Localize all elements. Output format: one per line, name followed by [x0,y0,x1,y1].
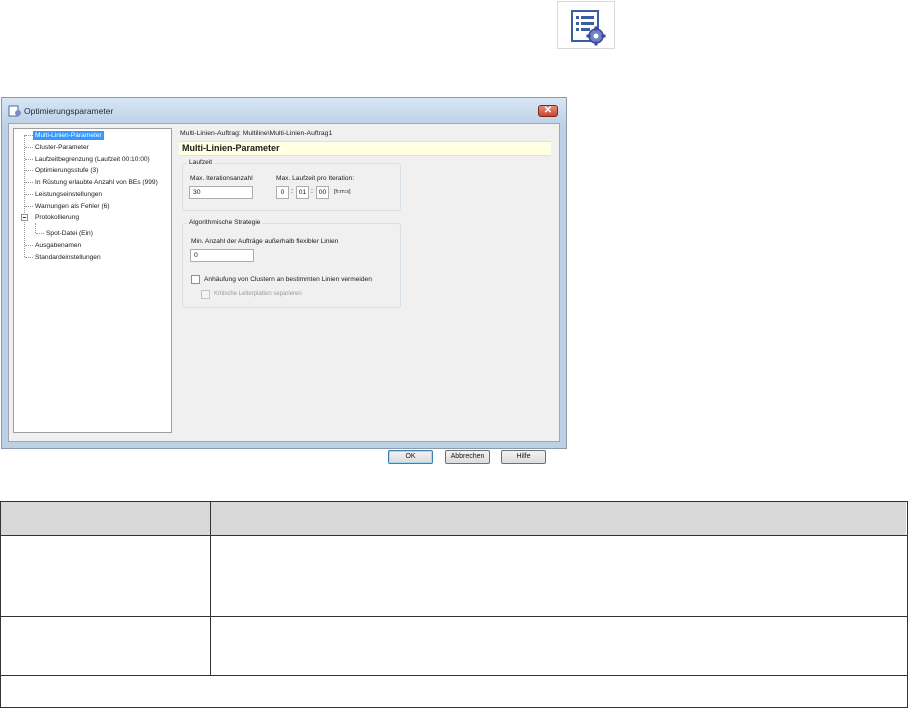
tree-connector [25,135,33,136]
avoid-cluster-label: Anhäufung von Clustern an bestimmten Lin… [204,276,372,283]
tree-item-output-names[interactable]: Ausgabenamen [35,241,81,250]
min-orders-label: Min. Anzahl der Aufträge außerhalb flexi… [191,238,339,245]
seconds-input[interactable]: 00 [316,186,329,199]
table-border [0,535,908,536]
tree-connector [24,135,25,257]
hours-input[interactable]: 0 [276,186,289,199]
tree-connector [25,182,33,183]
table-border [0,675,908,676]
max-iterations-label: Max. Iterationsanzahl [190,175,253,182]
min-orders-input[interactable]: 0 [190,249,254,262]
tree-item-spot-file[interactable]: Spot-Datei (Ein) [46,229,93,238]
tree-item-performance-settings[interactable]: Leistungseinstellungen [35,190,102,199]
ok-button[interactable]: OK [388,450,433,464]
optimizer-icon [8,105,21,117]
strategy-group: Algorithmische Strategie Min. Anzahl der… [182,219,401,308]
strategy-group-title: Algorithmische Strategie [187,219,263,226]
tree-connector [25,194,33,195]
runtime-group: Laufzeit Max. Iterationsanzahl 30 Max. L… [182,159,401,211]
table-border [0,501,1,708]
settings-list-gear-icon [571,10,606,46]
tree-connector [25,257,33,258]
table-border [210,501,211,676]
section-header: Multi-Linien-Parameter [179,141,551,156]
tree-item-optimization-level[interactable]: Optimierungsstufe (3) [35,166,98,175]
dialog-title: Optimierungsparameter [24,106,114,116]
description-table [0,501,908,708]
runtime-time-input: 0 : 01 : 00 [h:m:s] [276,186,396,199]
tree-connector [25,170,33,171]
section-title: Multi-Linien-Parameter [182,143,280,153]
avoid-cluster-checkbox[interactable] [191,275,200,284]
optimizer-settings-toolbar-icon[interactable] [557,1,615,49]
time-separator: : [291,188,293,195]
separate-boards-label: Kritische Leiterplatten separieren [214,291,302,297]
cancel-button[interactable]: Abbrechen [445,450,490,464]
minutes-input[interactable]: 01 [296,186,309,199]
tree-item-multi-line-parameters[interactable]: Multi-Linien-Parameter [33,131,104,140]
job-path: Multi-Linien-Auftrag: Multiline\Multi-Li… [180,130,333,137]
time-unit-label: [h:m:s] [334,189,351,195]
help-button[interactable]: Hilfe [501,450,546,464]
tree-connector [25,206,33,207]
dialog-client-area: Multi-Linien-Parameter Cluster-Parameter… [8,123,560,464]
parameter-tree[interactable]: Multi-Linien-Parameter Cluster-Parameter… [13,128,172,433]
tree-item-cluster-parameters[interactable]: Cluster-Parameter [35,143,89,152]
tree-connector [36,233,44,234]
close-button[interactable]: ✕ [538,105,558,117]
separate-boards-checkbox[interactable] [201,290,210,299]
optimization-parameters-dialog: Optimierungsparameter ✕ Multi-Linien-Par… [1,97,567,464]
tree-item-default-settings[interactable]: Standardeinstellungen [35,253,101,262]
tree-connector [35,223,36,233]
tree-connector [25,245,33,246]
collapse-toggle-icon[interactable] [21,214,28,221]
runtime-group-title: Laufzeit [187,159,215,166]
tree-connector [25,159,33,160]
table-border [0,616,908,617]
tree-item-allowed-components[interactable]: In Rüstung erlaubte Anzahl von BEs (999) [35,178,158,187]
table-header-row [1,502,906,535]
max-iterations-input[interactable]: 30 [189,186,253,199]
dialog-titlebar[interactable]: Optimierungsparameter ✕ [2,98,566,124]
tree-item-warnings-as-errors[interactable]: Warnungen als Fehler (6) [35,202,110,211]
tree-item-runtime-limit[interactable]: Laufzeitbegrenzung (Laufzeit 00:10:00) [35,155,150,164]
close-icon: ✕ [543,105,553,116]
max-runtime-label: Max. Laufzeit pro Iteration: [276,175,355,182]
time-separator: : [311,188,313,195]
tree-connector [25,147,33,148]
table-border [0,501,908,502]
tree-item-logging[interactable]: Protokollierung [35,213,79,222]
